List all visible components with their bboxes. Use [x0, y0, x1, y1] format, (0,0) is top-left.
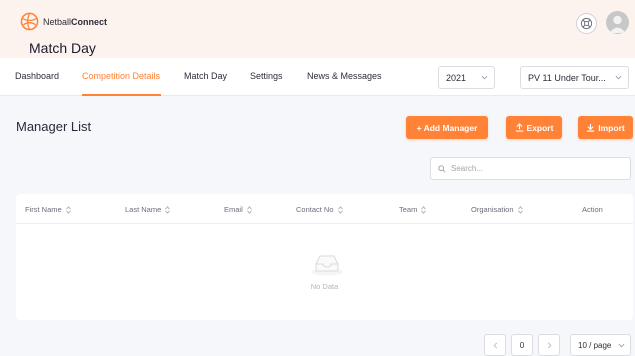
sort-icon — [337, 205, 343, 214]
competition-select[interactable]: PV 11 Under Tour... — [520, 66, 629, 89]
export-icon — [515, 123, 523, 132]
help-icon — [580, 17, 593, 30]
brand-name: NetballConnect — [43, 16, 108, 27]
sort-icon — [65, 205, 71, 214]
search-icon — [438, 164, 446, 173]
main-navigation: Dashboard Competition Details Match Day … — [0, 58, 635, 96]
year-select[interactable]: 2021 — [438, 66, 495, 89]
column-header-contact-no[interactable]: Contact No — [296, 205, 343, 214]
section-title: Manager List — [16, 119, 92, 134]
empty-state-text: No Data — [310, 282, 339, 291]
main-content: Manager List + Add Manager Export Import… — [0, 96, 635, 356]
sort-icon — [246, 205, 252, 214]
user-avatar[interactable] — [606, 11, 629, 34]
column-header-action: Action — [582, 205, 603, 214]
help-button[interactable] — [576, 13, 597, 34]
chevron-down-icon — [481, 75, 488, 80]
page-title: Match Day — [29, 40, 96, 56]
search-input[interactable]: Search... — [430, 157, 631, 180]
search-placeholder: Search... — [451, 164, 484, 173]
nav-tab-news-messages[interactable]: News & Messages — [307, 71, 382, 81]
export-button[interactable]: Export — [506, 116, 562, 139]
chevron-left-icon — [493, 342, 497, 348]
column-header-last-name[interactable]: Last Name — [125, 205, 171, 214]
column-header-first-name[interactable]: First Name — [25, 205, 71, 214]
pagination-prev-button[interactable] — [484, 334, 506, 356]
nav-tab-competition-details[interactable]: Competition Details — [82, 71, 160, 81]
year-select-value: 2021 — [446, 72, 467, 83]
chevron-right-icon — [547, 342, 551, 348]
sort-icon — [517, 205, 523, 214]
pagination-page-number[interactable]: 0 — [511, 334, 533, 356]
pagination-next-button[interactable] — [538, 334, 560, 356]
nav-tab-dashboard[interactable]: Dashboard — [15, 71, 59, 81]
competition-select-value: PV 11 Under Tour... — [528, 72, 606, 83]
page-size-value: 10 / page — [578, 340, 612, 350]
manager-table: First Name Last Name Email Contact No Te… — [16, 194, 633, 320]
nav-tab-settings[interactable]: Settings — [250, 71, 283, 81]
sort-icon — [165, 205, 171, 214]
import-button[interactable]: Import — [578, 116, 633, 139]
chevron-down-icon — [615, 75, 622, 80]
chevron-down-icon — [618, 343, 625, 348]
nav-tab-match-day[interactable]: Match Day — [184, 71, 227, 81]
table-header: First Name Last Name Email Contact No Te… — [16, 194, 633, 224]
page-size-select[interactable]: 10 / page — [570, 334, 631, 356]
empty-inbox-icon — [311, 255, 343, 276]
export-button-label: Export — [526, 122, 554, 133]
netball-logo-icon — [20, 12, 39, 31]
top-header: NetballConnect Match Day — [0, 0, 635, 58]
user-icon — [609, 15, 626, 33]
import-icon — [587, 123, 595, 132]
sort-icon — [421, 205, 427, 214]
add-manager-button[interactable]: + Add Manager — [406, 116, 488, 139]
import-button-label: Import — [598, 122, 625, 133]
column-header-email[interactable]: Email — [224, 205, 252, 214]
brand-logo[interactable]: NetballConnect — [20, 12, 107, 31]
column-header-organisation[interactable]: Organisation — [471, 205, 523, 214]
column-header-team[interactable]: Team — [399, 205, 427, 214]
